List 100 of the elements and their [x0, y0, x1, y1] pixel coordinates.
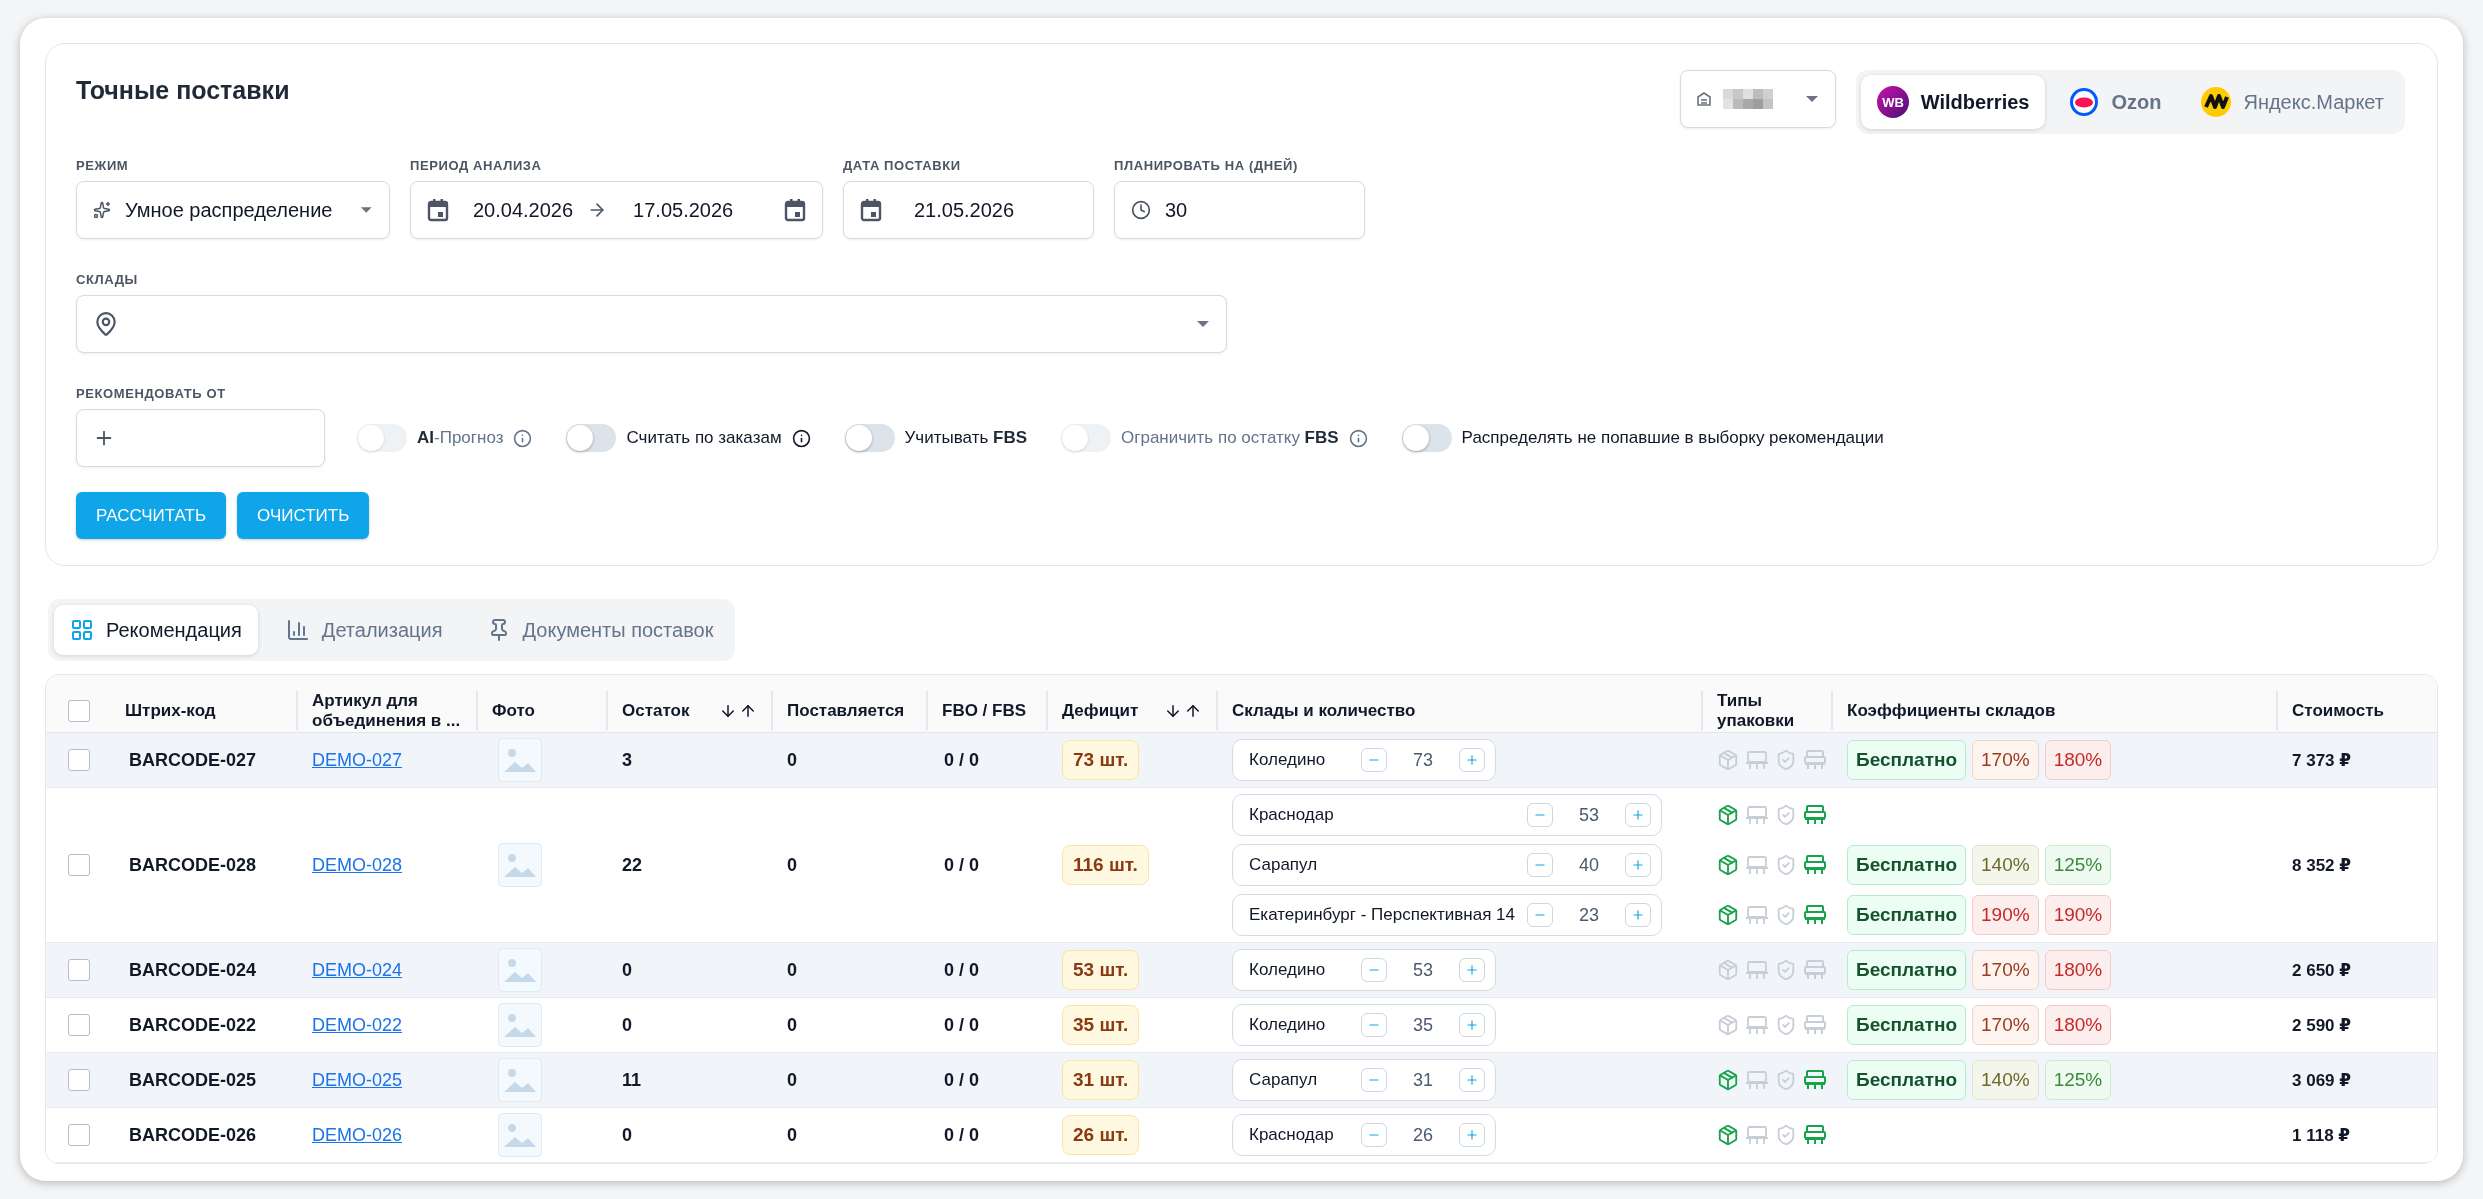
coefficient-badge: Бесплатно	[1847, 740, 1967, 780]
increase-button[interactable]	[1459, 748, 1485, 772]
coefficient-badge: 180%	[2044, 950, 2112, 990]
date-range-field[interactable]: 20.04.2026 17.05.2026	[410, 181, 823, 239]
plus-icon	[1630, 858, 1645, 872]
decrease-button[interactable]	[1361, 958, 1387, 982]
table-cell: 3	[622, 749, 632, 771]
plus-icon	[1630, 908, 1645, 922]
view-tab[interactable]: Рекомендация	[54, 605, 258, 655]
table-cell: 2 650 ₽	[2292, 959, 2352, 981]
decrease-button[interactable]	[1526, 803, 1553, 827]
image-placeholder-icon	[498, 738, 542, 782]
warehouse-select[interactable]	[76, 295, 1227, 353]
view-tab[interactable]: Документы поставок	[470, 605, 730, 655]
clock-icon	[1131, 200, 1151, 220]
warehouse-quantity-control[interactable]: Коледино 53	[1232, 949, 1496, 991]
stacked-pallet-icon	[1803, 1124, 1827, 1146]
mode-select[interactable]: Умное распределение	[76, 181, 390, 239]
select-all-checkbox[interactable]	[67, 699, 90, 722]
warehouse-quantity-control[interactable]: Коледино 73	[1232, 739, 1496, 781]
coefficient-badge: 125%	[2044, 845, 2112, 885]
table-cell: 0	[622, 1124, 632, 1146]
article-link[interactable]: DEMO-022	[312, 1014, 403, 1036]
row-checkbox[interactable]	[67, 749, 90, 771]
days-input[interactable]: 30	[1114, 181, 1365, 239]
table-cell: 0 / 0	[944, 749, 980, 771]
warehouse-quantity-control[interactable]: Сарапул 40	[1232, 844, 1662, 886]
warehouse-quantity-control[interactable]: Краснодар 53	[1232, 794, 1662, 836]
field-label: ПЛАНИРОВАТЬ НА (ДНЕЙ)	[1114, 158, 1299, 173]
pallet-icon	[1745, 1014, 1769, 1036]
decrease-button[interactable]	[1361, 748, 1387, 772]
coefficient-badge: 180%	[2044, 1005, 2112, 1045]
row-checkbox[interactable]	[67, 1124, 90, 1146]
decrease-button[interactable]	[1361, 1013, 1387, 1037]
table-cell: 1 118 ₽	[2292, 1124, 2351, 1146]
row-checkbox[interactable]	[67, 1069, 90, 1091]
marketplace-tab[interactable]: Ozon	[2053, 75, 2178, 129]
article-link[interactable]: DEMO-028	[312, 854, 403, 876]
table-cell: 11	[622, 1069, 642, 1091]
warehouse-quantity-control[interactable]: Екатеринбург - Перспективная 14 23	[1232, 894, 1662, 936]
increase-button[interactable]	[1459, 1013, 1485, 1037]
deficit-badge: 73 шт.	[1062, 740, 1140, 780]
date-field[interactable]: 21.05.2026	[843, 181, 1094, 239]
coefficient-badge: 190%	[1972, 895, 2039, 935]
increase-button[interactable]	[1624, 903, 1651, 927]
increase-button[interactable]	[1459, 958, 1485, 982]
decrease-button[interactable]	[1526, 853, 1553, 877]
column-header: Коэффициенты складов	[1847, 700, 2056, 721]
increase-button[interactable]	[1624, 803, 1651, 827]
toggle-label: Учитывать FBS	[904, 428, 1027, 448]
table-cell: 0	[787, 1014, 797, 1036]
article-link[interactable]: DEMO-027	[312, 749, 403, 771]
increase-button[interactable]	[1459, 1068, 1485, 1092]
decrease-button[interactable]	[1361, 1123, 1387, 1147]
table-cell: 8 352 ₽	[2292, 854, 2352, 876]
decrease-button[interactable]	[1526, 903, 1553, 927]
warehouse-quantity-control[interactable]: Коледино 35	[1232, 1004, 1496, 1046]
toggle-switch[interactable]	[844, 424, 895, 452]
increase-button[interactable]	[1459, 1123, 1485, 1147]
increase-button[interactable]	[1624, 853, 1651, 877]
row-checkbox[interactable]	[67, 959, 90, 981]
field-label: ПЕРИОД АНАЛИЗА	[410, 158, 543, 173]
marketplace-logo	[2201, 87, 2232, 117]
map-pin-icon	[93, 311, 119, 337]
coefficient-badge: Бесплатно	[1847, 1005, 1967, 1045]
image-placeholder-icon	[498, 1003, 542, 1047]
marketplace-tab[interactable]: Яндекс.Маркет	[2185, 75, 2400, 129]
decrease-button[interactable]	[1361, 1068, 1387, 1092]
toggle-switch[interactable]	[566, 424, 617, 452]
table-cell: 0	[787, 749, 797, 771]
toggle-label: AI-Прогноз	[417, 428, 504, 448]
box-icon	[1717, 804, 1739, 826]
table-cell: 0 / 0	[944, 854, 980, 876]
stacked-pallet-icon	[1803, 1014, 1827, 1036]
box-icon	[1717, 1014, 1739, 1036]
article-link[interactable]: DEMO-024	[312, 959, 403, 981]
recommend-from-field[interactable]	[76, 409, 325, 467]
marketplace-tab[interactable]: WB Wildberries	[1860, 75, 2046, 129]
toggle-switch[interactable]	[1401, 424, 1452, 452]
coefficient-badge: 190%	[2044, 895, 2112, 935]
warehouse-quantity-control[interactable]: Краснодар 26	[1232, 1114, 1496, 1156]
table-cell: 0 / 0	[944, 1069, 980, 1091]
pallet-icon	[1745, 749, 1769, 771]
coefficient-badge: Бесплатно	[1847, 1060, 1967, 1100]
view-tab[interactable]: Детализация	[269, 605, 459, 655]
column-header: FBO / FBS	[942, 700, 1027, 721]
toggle-label: Считать по заказам	[626, 428, 782, 448]
row-checkbox[interactable]	[67, 1014, 90, 1036]
calendar-icon	[427, 198, 449, 222]
toggle-label: Ограничить по остатку FBS	[1121, 428, 1339, 448]
table-cell: 7 373 ₽	[2292, 749, 2352, 771]
article-link[interactable]: DEMO-026	[312, 1124, 403, 1146]
row-checkbox[interactable]	[67, 854, 90, 876]
column-header: Артикул для объединения в ...	[312, 691, 462, 731]
warehouse-quantity-control[interactable]: Сарапул 31	[1232, 1059, 1496, 1101]
coefficient-badge: Бесплатно	[1847, 950, 1967, 990]
quantity-value: 35	[1412, 1014, 1434, 1036]
page-title: Точные поставки	[76, 76, 290, 105]
account-select[interactable]	[1679, 70, 1836, 128]
article-link[interactable]: DEMO-025	[312, 1069, 403, 1091]
